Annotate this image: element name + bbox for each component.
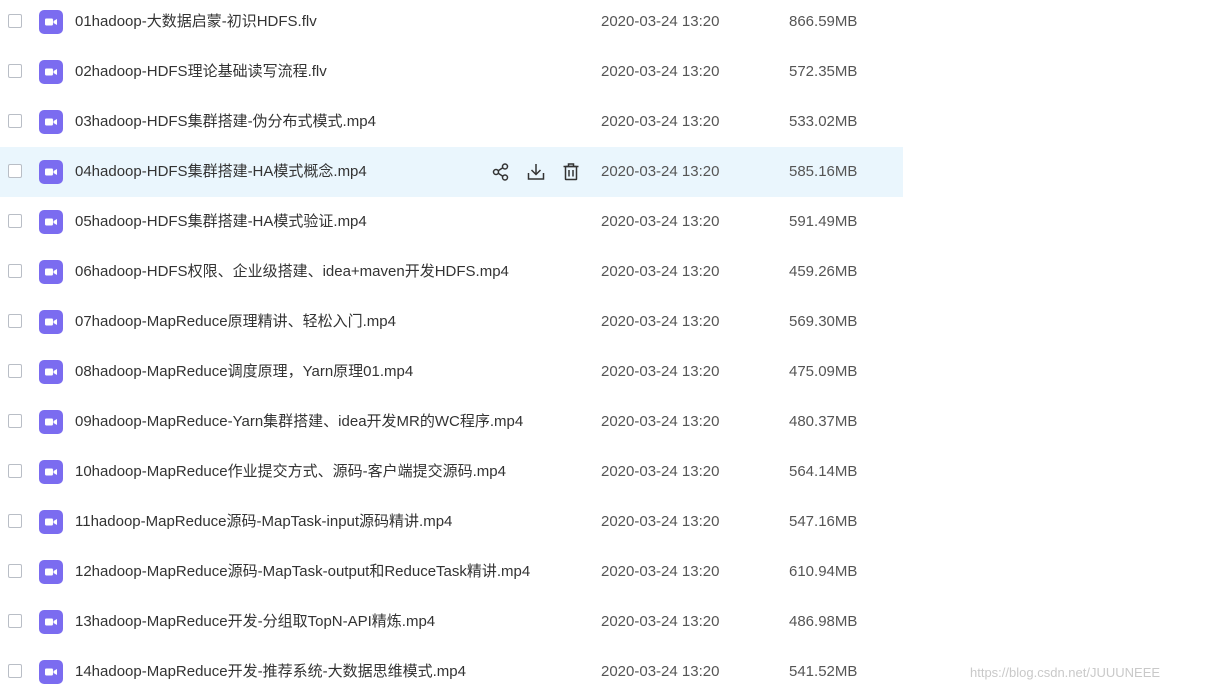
- file-date: 2020-03-24 13:20: [601, 163, 720, 180]
- video-file-icon: [39, 210, 63, 234]
- download-icon[interactable]: [524, 160, 548, 184]
- file-name[interactable]: 06hadoop-HDFS权限、企业级搭建、idea+maven开发HDFS.m…: [75, 263, 509, 281]
- file-size: 564.14MB: [789, 463, 858, 480]
- share-icon[interactable]: [489, 160, 513, 184]
- file-row[interactable]: 02hadoop-HDFS理论基础读写流程.flv 2020-03-24 13:…: [0, 47, 903, 97]
- file-name[interactable]: 09hadoop-MapReduce-Yarn集群搭建、idea开发MR的WC程…: [75, 413, 523, 431]
- file-date: 2020-03-24 13:20: [601, 113, 720, 130]
- video-file-icon: [39, 660, 63, 684]
- file-date: 2020-03-24 13:20: [601, 613, 720, 630]
- file-row[interactable]: 01hadoop-大数据启蒙-初识HDFS.flv 2020-03-24 13:…: [0, 0, 903, 47]
- video-file-icon: [39, 410, 63, 434]
- file-date: 2020-03-24 13:20: [601, 213, 720, 230]
- row-checkbox[interactable]: [8, 664, 22, 678]
- file-size: 547.16MB: [789, 513, 858, 530]
- row-checkbox[interactable]: [8, 114, 22, 128]
- file-date: 2020-03-24 13:20: [601, 563, 720, 580]
- file-size: 585.16MB: [789, 163, 858, 180]
- video-file-icon: [39, 360, 63, 384]
- file-name[interactable]: 04hadoop-HDFS集群搭建-HA模式概念.mp4: [75, 163, 367, 181]
- file-date: 2020-03-24 13:20: [601, 663, 720, 680]
- row-checkbox[interactable]: [8, 564, 22, 578]
- file-date: 2020-03-24 13:20: [601, 263, 720, 280]
- file-name[interactable]: 12hadoop-MapReduce源码-MapTask-output和Redu…: [75, 563, 530, 581]
- file-name[interactable]: 13hadoop-MapReduce开发-分组取TopN-API精炼.mp4: [75, 613, 435, 631]
- file-row[interactable]: 07hadoop-MapReduce原理精讲、轻松入门.mp4 2020-03-…: [0, 297, 903, 347]
- file-list: 01hadoop-大数据启蒙-初识HDFS.flv 2020-03-24 13:…: [0, 0, 903, 697]
- row-checkbox[interactable]: [8, 14, 22, 28]
- row-checkbox[interactable]: [8, 414, 22, 428]
- file-row[interactable]: 03hadoop-HDFS集群搭建-伪分布式模式.mp4 2020-03-24 …: [0, 97, 903, 147]
- file-name[interactable]: 14hadoop-MapReduce开发-推荐系统-大数据思维模式.mp4: [75, 663, 466, 681]
- file-date: 2020-03-24 13:20: [601, 313, 720, 330]
- row-checkbox[interactable]: [8, 364, 22, 378]
- row-checkbox[interactable]: [8, 64, 22, 78]
- file-size: 569.30MB: [789, 313, 858, 330]
- file-date: 2020-03-24 13:20: [601, 513, 720, 530]
- file-size: 459.26MB: [789, 263, 858, 280]
- row-checkbox[interactable]: [8, 214, 22, 228]
- file-date: 2020-03-24 13:20: [601, 413, 720, 430]
- file-size: 486.98MB: [789, 613, 858, 630]
- video-file-icon: [39, 610, 63, 634]
- video-file-icon: [39, 310, 63, 334]
- video-file-icon: [39, 260, 63, 284]
- video-file-icon: [39, 110, 63, 134]
- file-row[interactable]: 12hadoop-MapReduce源码-MapTask-output和Redu…: [0, 547, 903, 597]
- video-file-icon: [39, 510, 63, 534]
- watermark: https://blog.csdn.net/JUUUNEEE: [970, 665, 1161, 680]
- file-size: 866.59MB: [789, 13, 858, 30]
- file-date: 2020-03-24 13:20: [601, 13, 720, 30]
- file-date: 2020-03-24 13:20: [601, 63, 720, 80]
- file-row[interactable]: 08hadoop-MapReduce调度原理，Yarn原理01.mp4 2020…: [0, 347, 903, 397]
- row-checkbox[interactable]: [8, 614, 22, 628]
- row-checkbox[interactable]: [8, 264, 22, 278]
- file-row[interactable]: 06hadoop-HDFS权限、企业级搭建、idea+maven开发HDFS.m…: [0, 247, 903, 297]
- file-row[interactable]: 11hadoop-MapReduce源码-MapTask-input源码精讲.m…: [0, 497, 903, 547]
- row-checkbox[interactable]: [8, 314, 22, 328]
- file-row[interactable]: 10hadoop-MapReduce作业提交方式、源码-客户端提交源码.mp4 …: [0, 447, 903, 497]
- row-checkbox[interactable]: [8, 464, 22, 478]
- video-file-icon: [39, 160, 63, 184]
- file-row[interactable]: 13hadoop-MapReduce开发-分组取TopN-API精炼.mp4 2…: [0, 597, 903, 647]
- file-row[interactable]: 14hadoop-MapReduce开发-推荐系统-大数据思维模式.mp4 20…: [0, 647, 903, 697]
- file-name[interactable]: 03hadoop-HDFS集群搭建-伪分布式模式.mp4: [75, 113, 376, 131]
- file-name[interactable]: 08hadoop-MapReduce调度原理，Yarn原理01.mp4: [75, 363, 413, 381]
- file-size: 480.37MB: [789, 413, 858, 430]
- file-row[interactable]: 05hadoop-HDFS集群搭建-HA模式验证.mp4 2020-03-24 …: [0, 197, 903, 247]
- file-size: 610.94MB: [789, 563, 858, 580]
- file-size: 533.02MB: [789, 113, 858, 130]
- row-checkbox[interactable]: [8, 514, 22, 528]
- file-name[interactable]: 05hadoop-HDFS集群搭建-HA模式验证.mp4: [75, 213, 367, 231]
- video-file-icon: [39, 10, 63, 34]
- file-size: 591.49MB: [789, 213, 858, 230]
- file-name[interactable]: 11hadoop-MapReduce源码-MapTask-input源码精讲.m…: [75, 513, 452, 531]
- video-file-icon: [39, 60, 63, 84]
- file-row[interactable]: 04hadoop-HDFS集群搭建-HA模式概念.mp4 2020-03-24 …: [0, 147, 903, 197]
- file-date: 2020-03-24 13:20: [601, 463, 720, 480]
- video-file-icon: [39, 460, 63, 484]
- file-size: 572.35MB: [789, 63, 858, 80]
- file-name[interactable]: 10hadoop-MapReduce作业提交方式、源码-客户端提交源码.mp4: [75, 463, 506, 481]
- file-name[interactable]: 07hadoop-MapReduce原理精讲、轻松入门.mp4: [75, 313, 396, 331]
- trash-icon[interactable]: [559, 160, 583, 184]
- file-size: 541.52MB: [789, 663, 858, 680]
- file-size: 475.09MB: [789, 363, 858, 380]
- file-name[interactable]: 02hadoop-HDFS理论基础读写流程.flv: [75, 63, 327, 81]
- file-date: 2020-03-24 13:20: [601, 363, 720, 380]
- video-file-icon: [39, 560, 63, 584]
- row-checkbox[interactable]: [8, 164, 22, 178]
- file-name[interactable]: 01hadoop-大数据启蒙-初识HDFS.flv: [75, 13, 317, 31]
- file-row[interactable]: 09hadoop-MapReduce-Yarn集群搭建、idea开发MR的WC程…: [0, 397, 903, 447]
